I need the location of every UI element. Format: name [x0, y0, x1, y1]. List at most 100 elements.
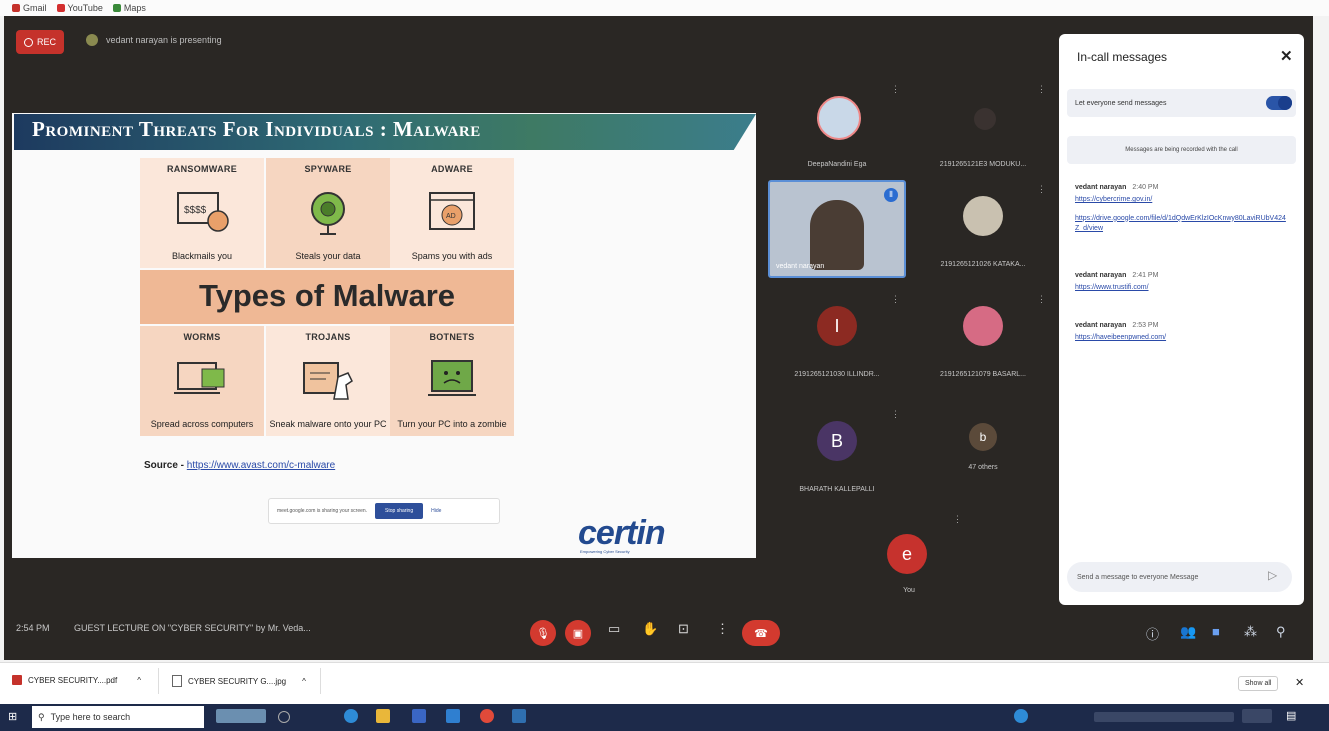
participant-tile[interactable]: ⋮ DeepaNandini Ega — [768, 80, 906, 178]
message-time: 2:41 PM — [1132, 272, 1159, 279]
divider — [320, 668, 321, 694]
store-icon[interactable] — [412, 709, 426, 723]
present-icon[interactable]: ⊡ — [678, 621, 689, 637]
bookmarks-bar: Gmail YouTube Maps — [0, 0, 1329, 16]
card-heading: RANSOMWARE — [167, 164, 237, 174]
camera-off-icon[interactable]: ▣ — [565, 620, 591, 646]
close-icon[interactable]: ✕ — [1280, 47, 1293, 65]
close-icon[interactable]: ✕ — [1295, 676, 1304, 689]
more-options-icon[interactable]: ⋮ — [891, 294, 900, 305]
participant-tile[interactable]: ⋮ 2191265121E3 MODUKU... — [914, 80, 1052, 178]
toggle-knob — [1278, 96, 1292, 110]
participant-tile[interactable]: ⋮ B BHARATH KALLEPALLI — [768, 405, 906, 503]
card-heading: TROJANS — [305, 332, 351, 342]
bookmark-maps[interactable]: Maps — [112, 3, 146, 13]
weather-widget-icon[interactable] — [216, 709, 266, 723]
screen-share-banner: meet.google.com is sharing your screen. … — [268, 498, 500, 524]
chat-message: vedant narayan 2:53 PM https://haveibeenp… — [1075, 322, 1290, 344]
chevron-up-icon[interactable]: ^ — [137, 676, 141, 685]
captions-icon[interactable]: ▭ — [608, 621, 620, 637]
edge-icon[interactable] — [344, 709, 358, 723]
image-file-icon — [172, 675, 182, 687]
notifications-icon[interactable]: ▤ — [1286, 709, 1296, 722]
info-icon[interactable]: ⓘ — [1146, 624, 1159, 643]
participant-name: You — [903, 587, 915, 594]
meeting-time: 2:54 PM — [16, 623, 50, 633]
stop-sharing-button[interactable]: Stop sharing — [375, 503, 424, 519]
participant-avatar — [974, 108, 996, 130]
more-options-icon[interactable]: ⋮ — [953, 514, 962, 525]
participant-tile-self[interactable]: ⋮ e You — [840, 510, 978, 598]
host-controls-icon[interactable]: ⚲ — [1276, 624, 1286, 640]
participant-name: DeepaNandini Ega — [807, 161, 867, 168]
bookmark-gmail[interactable]: Gmail — [12, 3, 47, 13]
chrome-icon[interactable] — [480, 709, 494, 723]
presenting-text: vedant narayan is presenting — [106, 35, 222, 45]
task-view-icon[interactable] — [278, 711, 290, 723]
activities-icon[interactable]: ⁂ — [1244, 624, 1257, 640]
leave-call-icon[interactable]: ☎ — [742, 620, 780, 646]
card-heading: ADWARE — [431, 164, 473, 174]
participant-tile-others[interactable]: b 47 others — [914, 405, 1052, 503]
download-item[interactable]: CYBER SECURITY G....jpg ^ — [172, 675, 306, 687]
chat-message: vedant narayan 2:41 PM https://www.trusti… — [1075, 272, 1290, 294]
tray-app-icon[interactable] — [1014, 709, 1028, 723]
mic-off-icon[interactable]: 🎙 — [530, 620, 556, 646]
show-all-button[interactable]: Show all — [1238, 676, 1279, 691]
taskbar-search[interactable]: ⚲ Type here to search — [32, 706, 204, 728]
search-icon: ⚲ — [38, 711, 45, 722]
app-icon[interactable] — [512, 709, 526, 723]
more-options-icon[interactable]: ⋮ — [891, 409, 900, 420]
participant-name: 2191265121079 BASARL... — [939, 371, 1026, 378]
message-input[interactable]: Send a message to everyone Message — [1067, 562, 1292, 592]
more-options-icon[interactable]: ⋮ — [891, 84, 900, 95]
more-options-icon[interactable]: ⋮ — [716, 621, 729, 637]
start-icon[interactable]: ⊞ — [8, 710, 17, 723]
more-options-icon[interactable]: ⋮ — [1037, 84, 1046, 95]
download-name: CYBER SECURITY G....jpg — [188, 676, 287, 686]
more-options-icon[interactable]: ⋮ — [1037, 184, 1046, 195]
participant-name: 2191265121030 ILLINDR... — [794, 371, 880, 378]
participant-tile[interactable]: ⋮ 2191265121026 KATAKA... — [914, 180, 1052, 278]
message-link[interactable]: https://haveibeenpwned.com/ — [1075, 333, 1290, 344]
mail-icon[interactable] — [446, 709, 460, 723]
people-icon[interactable]: 👥 — [1180, 624, 1196, 640]
clock[interactable] — [1242, 709, 1272, 723]
message-time: 2:40 PM — [1132, 184, 1159, 191]
ransomware-icon: $$$$ — [177, 191, 229, 232]
in-call-messages-panel — [1059, 34, 1304, 605]
card-caption: Steals your data — [295, 250, 361, 261]
participant-tile-presenter[interactable]: ⦀ vedant narayan — [768, 180, 906, 278]
file-explorer-icon[interactable] — [376, 709, 390, 723]
presenter-indicator: vedant narayan is presenting — [86, 34, 222, 46]
system-tray[interactable] — [1094, 712, 1234, 722]
recorded-notice: Messages are being recorded with the cal… — [1067, 136, 1296, 164]
message-link[interactable]: https://www.trustifi.com/ — [1075, 283, 1290, 294]
more-options-icon[interactable]: ⋮ — [1037, 294, 1046, 305]
chevron-up-icon[interactable]: ^ — [302, 677, 306, 686]
malware-card-ransomware: RANSOMWARE $$$$ Blackmails you — [140, 158, 264, 268]
participant-tile[interactable]: ⋮ I 2191265121030 ILLINDR... — [768, 290, 906, 388]
download-item[interactable]: CYBER SECURITY....pdf ^ — [12, 675, 141, 685]
bookmark-youtube[interactable]: YouTube — [56, 3, 103, 13]
participant-name: BHARATH KALLEPALLI — [799, 486, 875, 493]
speaking-icon: ⦀ — [884, 188, 898, 202]
participant-tile[interactable]: ⋮ 2191265121079 BASARL... — [914, 290, 1052, 388]
message-link[interactable]: https://cybercrime.gov.in/ — [1075, 195, 1290, 206]
presenter-avatar-icon — [86, 34, 98, 46]
chat-message: vedant narayan 2:40 PM https://cybercrime… — [1075, 184, 1290, 235]
certin-tagline: Empowering Cyber Security — [580, 549, 630, 554]
source-link[interactable]: https://www.avast.com/c-malware — [187, 460, 335, 471]
divider — [158, 668, 159, 694]
raise-hand-icon[interactable]: ✋ — [642, 621, 658, 637]
hide-button[interactable]: Hide — [431, 508, 441, 514]
message-link[interactable]: https://drive.google.com/file/d/1dQdwErK… — [1075, 214, 1290, 235]
gmail-icon — [12, 4, 20, 12]
search-placeholder: Type here to search — [50, 712, 131, 722]
send-icon[interactable]: ▷ — [1268, 568, 1277, 582]
card-heading: WORMS — [183, 332, 221, 342]
chat-icon[interactable]: ■ — [1212, 624, 1220, 639]
participant-name: 2191265121E3 MODUKU... — [939, 161, 1027, 168]
participant-name: 47 others — [968, 464, 998, 471]
rec-label: REC — [36, 37, 56, 47]
